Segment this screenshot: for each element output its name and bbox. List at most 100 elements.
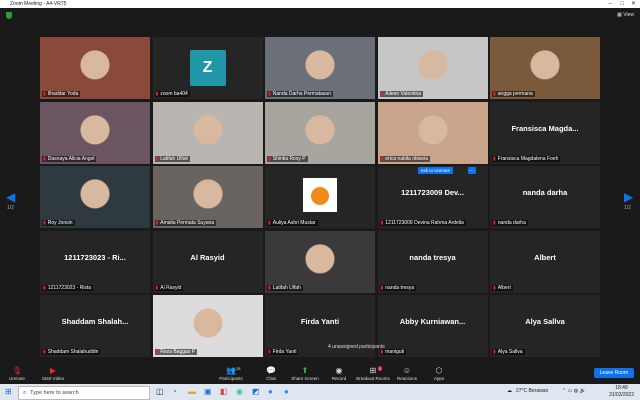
store-icon[interactable]: ▣ <box>204 387 212 397</box>
participant-tile[interactable]: ▮ Latifah Ulfah <box>265 230 375 293</box>
minimize-icon[interactable]: – <box>609 0 612 8</box>
muted-mic-icon: ▮ <box>493 284 496 291</box>
muted-mic-icon: ▮ <box>43 349 46 355</box>
taskbar-search[interactable]: ⌕ Type here to search <box>18 386 150 400</box>
participant-video <box>152 101 263 164</box>
participant-name-label: ▮ Ilhaddar Yoda <box>42 91 81 97</box>
page-indicator-left: 1/2 <box>7 205 14 211</box>
muted-mic-icon: ▮ <box>268 220 271 226</box>
view-button[interactable]: ▦ View <box>617 12 634 18</box>
zoom-app-icon[interactable]: ● <box>284 387 289 397</box>
participant-name-label: ▮ Aileen Valentina <box>379 91 424 97</box>
participant-name-display: 1211723009 Dev... <box>401 188 464 197</box>
edge-icon[interactable]: ◔ <box>172 387 177 397</box>
participant-name-label: ▮ 1211723023 - Rista <box>42 284 94 291</box>
muted-mic-icon: ▮ <box>43 91 46 97</box>
weather-icon: ☁ <box>507 388 512 394</box>
participant-tile[interactable]: ▮ Roy Jonsin <box>40 166 150 228</box>
participant-tile[interactable]: ▮ angga permana <box>490 37 600 99</box>
participant-tile[interactable]: ▮ Latifah Ulfah <box>152 101 263 164</box>
participant-tile[interactable]: Z ▮ zoom ba404 <box>152 37 263 99</box>
participant-tile[interactable]: Fransisca Magda... ▮ Fransisca Magdalena F… <box>490 101 600 164</box>
office-icon[interactable]: ◧ <box>220 387 228 397</box>
prev-page-arrow-icon[interactable]: ◀ <box>6 190 15 204</box>
participant-name-label: ▮ Reza Baggas P <box>154 349 198 355</box>
participant-tile[interactable]: ▮ Amalia Permata Suyana <box>152 166 263 228</box>
window-titlebar: Zoom Meeting - A4-VR75 – □ ✕ <box>0 0 640 8</box>
start-video-button[interactable]: ▶ Start Video <box>36 366 70 381</box>
shield-icon[interactable] <box>6 12 12 19</box>
reactions-button[interactable]: ☺ Reactions <box>390 366 424 381</box>
muted-mic-icon: ▮ <box>43 284 46 291</box>
participants-button[interactable]: 👥 28 Participants <box>214 366 248 381</box>
participant-name-label: ▮ nanda darha <box>492 220 528 226</box>
zoom-taskbar-icon[interactable]: ● <box>268 387 273 397</box>
participant-video <box>40 101 150 164</box>
participant-tile[interactable]: Shaddam Shalah... ▮ Shaddam Shalahuddin <box>40 295 150 357</box>
participant-tile[interactable]: ▮ Auliya Ashri Mustar <box>265 166 375 228</box>
more-options-button[interactable]: ... <box>467 167 476 174</box>
file-explorer-icon[interactable]: ▬ <box>188 387 196 397</box>
windows-start-icon[interactable]: ⊞ <box>5 388 12 396</box>
participant-tile[interactable]: ▮ Shintia Rosy P <box>265 101 375 164</box>
participant-name-label: ▮ nanda tresya <box>379 284 417 291</box>
word-icon[interactable]: ◩ <box>252 387 260 397</box>
participant-tile[interactable]: ▮ Reza Baggas P <box>152 295 263 357</box>
chat-button[interactable]: 💬 Chat <box>254 366 288 381</box>
muted-mic-icon: ▮ <box>268 349 271 355</box>
participant-name-label: ▮ Nanda Darha Permatasari <box>267 91 333 97</box>
participant-tile[interactable]: ▮ Dasnaya Alicia Angel <box>40 101 150 164</box>
ask-to-unmute-button[interactable]: Ask to Unmute <box>417 167 454 174</box>
apps-button[interactable]: ⬡ Apps <box>422 366 456 381</box>
task-view-icon[interactable]: ◫ <box>156 387 164 397</box>
participant-name-display: nanda tresya <box>409 252 456 262</box>
page-indicator-right: 1/2 <box>624 205 631 211</box>
muted-mic-icon: ▮ <box>155 91 159 97</box>
participant-tile[interactable]: Alya Sallva ▮ Alya Sallva <box>490 295 600 357</box>
share-screen-icon: ⬆ <box>301 366 309 375</box>
participant-tile[interactable]: 1211723023 - Ri... ▮ 1211723023 - Rista <box>40 230 150 293</box>
share-screen-button[interactable]: ⬆ Share Screen <box>288 366 322 381</box>
close-icon[interactable]: ✕ <box>631 0 636 8</box>
taskbar-clock[interactable]: 18:48 31/03/2022 <box>609 385 634 399</box>
muted-mic-icon: ▮ <box>155 155 159 162</box>
participant-tile[interactable]: Albert ▮ Albert <box>490 230 600 293</box>
muted-mic-icon: ▮ <box>380 155 384 162</box>
participant-tile[interactable]: nanda tresya ▮ nanda tresya <box>377 230 488 293</box>
participant-tile[interactable]: ▮ erica nabila oktavia <box>377 101 488 164</box>
participant-video <box>265 230 375 293</box>
participant-video <box>377 37 488 99</box>
unassigned-participants[interactable]: 4 unassigned participants <box>328 344 385 350</box>
participant-name-label: ▮ Al Rasyid <box>154 284 184 291</box>
participant-name-display: Shaddam Shalah... <box>61 317 129 326</box>
participant-video <box>265 101 375 164</box>
participant-tile[interactable]: 1211723009 Dev... Ask to Unmute... ▮ 121172… <box>377 166 488 228</box>
next-page-arrow-icon[interactable]: ▶ <box>624 190 633 204</box>
participant-name-label: ▮ Albert <box>492 284 513 291</box>
muted-mic-icon: ▮ <box>380 284 384 291</box>
participant-name-label: ▮ Latifah Ulfah <box>154 155 191 162</box>
participant-tile[interactable]: Al Rasyid ▮ Al Rasyid <box>152 230 263 293</box>
muted-mic-icon: ▮ <box>155 349 159 355</box>
participant-tile[interactable]: nanda darha ▮ nanda darha <box>490 166 600 228</box>
muted-mic-icon: ▮ <box>493 220 496 226</box>
maximize-icon[interactable]: □ <box>620 0 624 8</box>
participant-name-label: ▮ Dasnaya Alicia Angel <box>42 155 97 162</box>
unmute-button[interactable]: 🎙 Unmute <box>0 366 34 381</box>
participant-tile[interactable]: ▮ Aileen Valentina <box>377 37 488 99</box>
leave-room-button[interactable]: Leave Room <box>593 368 634 378</box>
participant-name-label: ▮ Roy Jonsin <box>42 220 75 226</box>
participant-tile[interactable]: Abby Kurniawan... ▮ maniguti <box>377 295 488 357</box>
muted-mic-icon: ▮ <box>380 220 384 226</box>
participant-tile[interactable]: ▮ Nanda Darha Permatasari <box>265 37 375 99</box>
gallery-grid: ▮ Ilhaddar Yoda Z ▮ zoom ba404 ▮ Nanda Darha P… <box>40 37 600 357</box>
weather-text[interactable]: 27°C Berawan <box>516 388 548 394</box>
record-button[interactable]: ◉ Record <box>322 366 356 381</box>
record-icon: ◉ <box>335 366 343 375</box>
tray-icons[interactable]: ⌃ ▭ ◍ 🔊 <box>562 388 586 394</box>
breakout-rooms-button[interactable]: ⊞ 4 Breakout Rooms <box>356 366 390 381</box>
muted-mic-icon: ▮ <box>43 220 46 226</box>
chat-icon: 💬 <box>266 366 276 375</box>
participant-tile[interactable]: ▮ Ilhaddar Yoda <box>40 37 150 99</box>
chrome-icon[interactable]: ◉ <box>236 387 243 397</box>
